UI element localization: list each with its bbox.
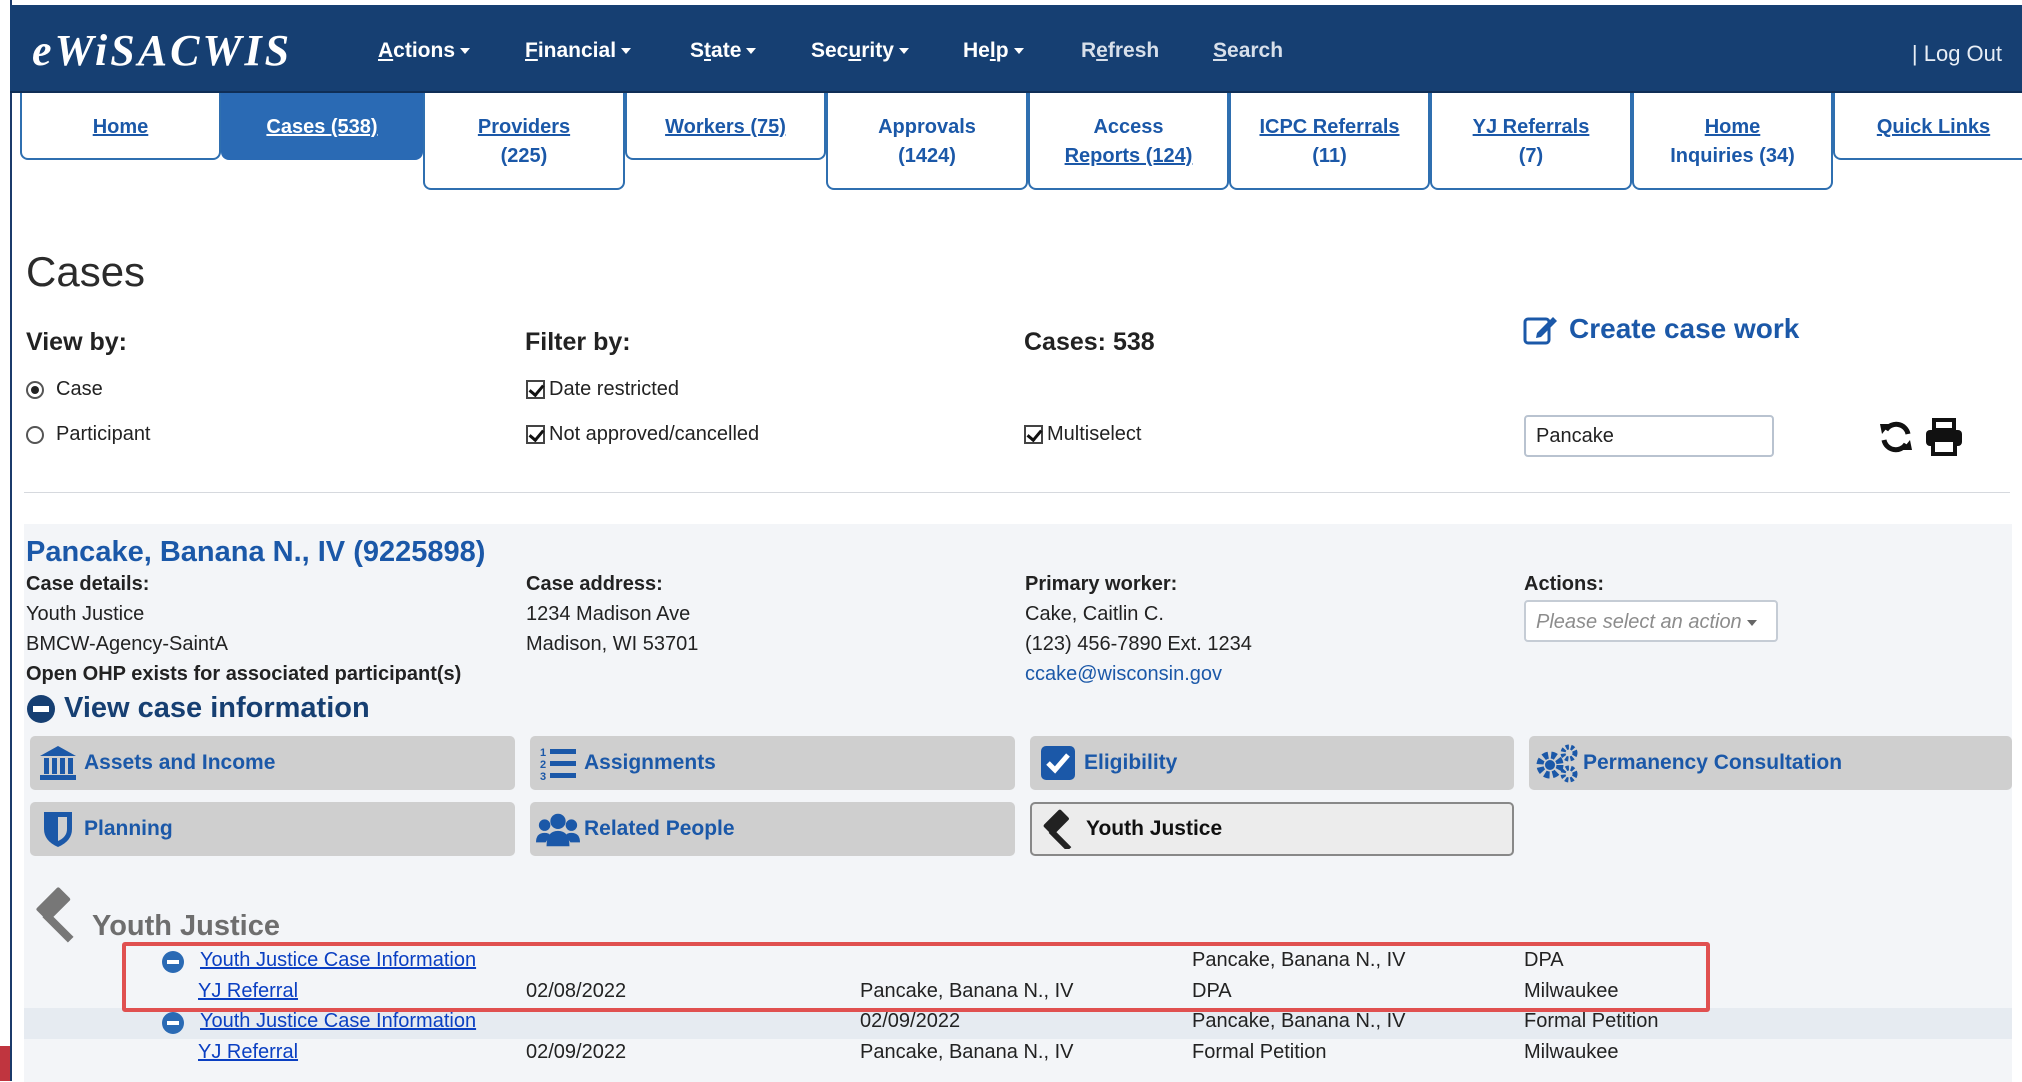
tile-eligibility[interactable]: Eligibility: [1030, 736, 1514, 790]
app-logo: eWiSACWIS: [32, 26, 293, 75]
tile-assignments[interactable]: 123 Assignments: [530, 736, 1015, 790]
chevron-down-icon: [1013, 48, 1024, 55]
view-by-case-radio[interactable]: Case: [26, 378, 103, 401]
case-address: Case address: 1234 Madison Ave Madison, …: [526, 573, 699, 655]
action-select-dropdown[interactable]: Please select an action: [1524, 600, 1778, 642]
nav-refresh[interactable]: Refresh: [1081, 39, 1159, 63]
primary-worker: Primary worker: Cake, Caitlin C. (123) 4…: [1025, 573, 1252, 685]
numbered-list-icon: 123: [536, 741, 580, 785]
nav-financial-menu[interactable]: Financial: [525, 39, 632, 63]
corner-marker: [0, 1046, 10, 1081]
case-details: Case details: Youth Justice BMCW-Agency-…: [26, 573, 462, 685]
multiselect-checkbox[interactable]: Multiselect: [1024, 423, 1141, 446]
gavel-icon: [36, 887, 74, 943]
tab-providers[interactable]: Providers (225): [423, 93, 625, 190]
worker-email-link[interactable]: ccake@wisconsin.gov: [1025, 663, 1222, 685]
chevron-down-icon: [898, 48, 909, 55]
tab-icpc-referrals[interactable]: ICPC Referrals (11): [1229, 93, 1430, 190]
divider: [24, 492, 2010, 493]
radio-selected[interactable]: [26, 380, 44, 399]
tab-cases[interactable]: Cases (538): [221, 93, 423, 160]
chevron-down-icon: [460, 48, 471, 55]
radio-unselected[interactable]: [26, 425, 44, 444]
case-title-link[interactable]: Pancake, Banana N., IV (9225898): [26, 536, 485, 569]
filter-by-label: Filter by:: [525, 328, 631, 356]
tile-youth-justice[interactable]: Youth Justice: [1030, 802, 1514, 856]
chevron-down-icon: [746, 48, 757, 55]
tab-quick-links[interactable]: Quick Links: [1833, 93, 2022, 160]
shield-icon: [36, 807, 80, 851]
table-row: Youth Justice Case Information 02/09/202…: [24, 1008, 2012, 1039]
log-out-link[interactable]: | Log Out: [1912, 41, 2002, 67]
create-case-work-link[interactable]: Create case work: [1523, 313, 1799, 345]
svg-text:2: 2: [540, 759, 546, 771]
not-approved-checkbox[interactable]: Not approved/cancelled: [526, 423, 759, 446]
gears-icon: [1535, 741, 1579, 785]
actions-label: Actions:: [1524, 573, 1604, 595]
tab-approvals[interactable]: Approvals (1424): [826, 93, 1028, 190]
nav-search[interactable]: Search: [1213, 39, 1283, 63]
chevron-down-icon: [621, 48, 632, 55]
cases-count: Cases: 538: [1024, 328, 1155, 356]
highlight-box: [122, 942, 1710, 1012]
top-nav-bar: eWiSACWIS Actions Financial State Securi…: [10, 5, 2022, 93]
checkbox-checked[interactable]: [526, 380, 545, 399]
nav-security-menu[interactable]: Security: [811, 39, 909, 63]
tile-permanency-consultation[interactable]: Permanency Consultation: [1529, 736, 2012, 790]
nav-help-menu[interactable]: Help: [963, 39, 1024, 63]
table-row: YJ Referral 02/09/2022 Pancake, Banana N…: [198, 1041, 1619, 1064]
tab-home-inquiries[interactable]: Home Inquiries (34): [1632, 93, 1833, 190]
print-icon[interactable]: [1924, 418, 1964, 456]
tab-yj-referrals[interactable]: YJ Referrals (7): [1430, 93, 1632, 190]
tab-home[interactable]: Home: [20, 93, 221, 160]
date-restricted-checkbox[interactable]: Date restricted: [526, 378, 679, 401]
collapse-icon[interactable]: [162, 1012, 184, 1034]
bank-icon: [36, 741, 80, 785]
view-case-information-toggle[interactable]: View case information: [26, 692, 370, 725]
view-by-label: View by:: [26, 328, 127, 356]
case-search-input[interactable]: [1524, 415, 1774, 457]
nav-state-menu[interactable]: State: [690, 39, 757, 63]
tile-planning[interactable]: Planning: [30, 802, 515, 856]
yj-referral-link[interactable]: YJ Referral: [198, 1041, 298, 1064]
chevron-down-icon: [1746, 619, 1757, 626]
page-title: Cases: [26, 248, 146, 295]
youth-justice-heading: Youth Justice: [30, 887, 280, 943]
users-icon: [536, 807, 580, 851]
tile-related-people[interactable]: Related People: [530, 802, 1015, 856]
refresh-icon[interactable]: [1878, 420, 1914, 454]
checkbox-checked[interactable]: [526, 425, 545, 444]
edit-icon: [1523, 317, 1557, 345]
gavel-icon: [1038, 807, 1082, 851]
tile-assets-and-income[interactable]: Assets and Income: [30, 736, 515, 790]
collapse-icon: [27, 694, 55, 723]
nav-actions-menu[interactable]: Actions: [378, 39, 471, 63]
svg-text:3: 3: [540, 771, 546, 782]
checkbox-checked[interactable]: [1024, 425, 1043, 444]
view-by-participant-radio[interactable]: Participant: [26, 423, 151, 446]
checkbox-icon: [1036, 741, 1080, 785]
yj-case-info-link[interactable]: Youth Justice Case Information: [200, 1010, 476, 1033]
tab-access-reports[interactable]: Access Reports (124): [1028, 93, 1229, 190]
svg-text:1: 1: [540, 747, 546, 759]
tab-workers[interactable]: Workers (75): [625, 93, 826, 160]
